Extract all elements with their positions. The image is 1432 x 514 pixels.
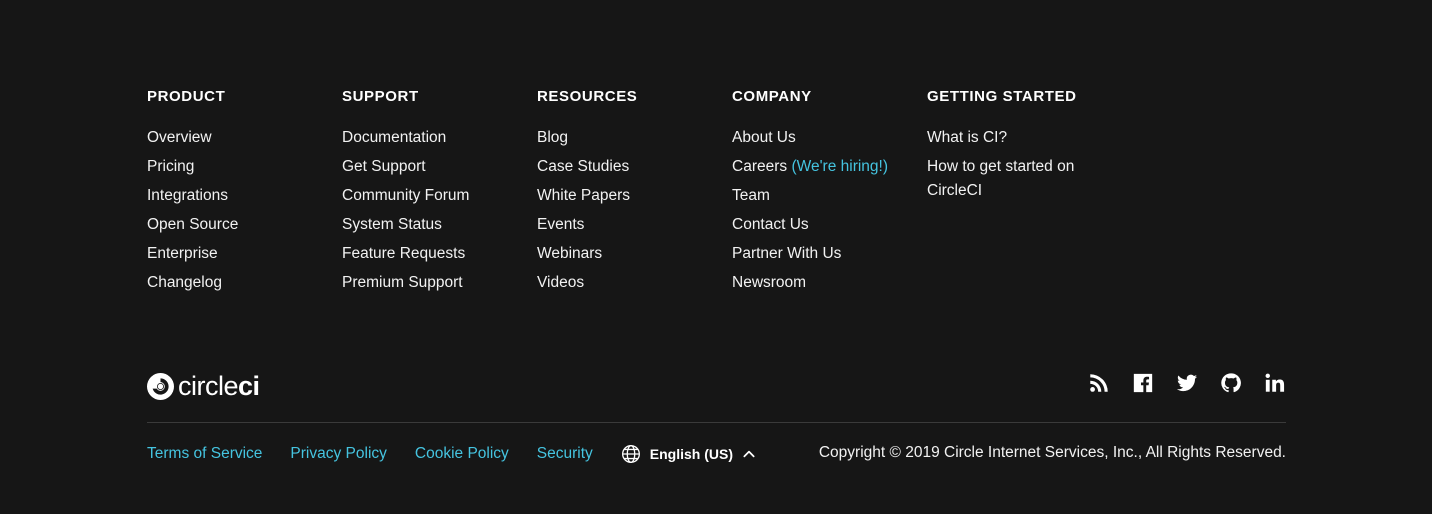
link-list: Blog Case Studies White Papers Events We… — [537, 126, 732, 300]
privacy-policy-link[interactable]: Privacy Policy — [290, 445, 386, 463]
security-link[interactable]: Security — [537, 445, 593, 463]
footer-column-product: PRODUCT Overview Pricing Integrations Op… — [147, 88, 342, 300]
link-list: About Us Careers (We're hiring!) Team Co… — [732, 126, 927, 300]
site-footer: PRODUCT Overview Pricing Integrations Op… — [0, 0, 1432, 514]
footer-column-support: SUPPORT Documentation Get Support Commun… — [342, 88, 537, 300]
language-selector[interactable]: English (US) — [621, 444, 756, 464]
terms-of-service-link[interactable]: Terms of Service — [147, 445, 262, 463]
circleci-logo-icon — [147, 372, 174, 400]
facebook-icon[interactable] — [1132, 372, 1154, 394]
footer-link-open-source[interactable]: Open Source — [147, 213, 342, 237]
footer-link-partner-with-us[interactable]: Partner With Us — [732, 242, 927, 266]
globe-icon — [621, 444, 641, 464]
linkedin-icon[interactable] — [1264, 372, 1286, 394]
footer-link-contact-us[interactable]: Contact Us — [732, 213, 927, 237]
footer-link-white-papers[interactable]: White Papers — [537, 184, 732, 208]
footer-link-integrations[interactable]: Integrations — [147, 184, 342, 208]
footer-link-feature-requests[interactable]: Feature Requests — [342, 242, 537, 266]
logo-wordmark-bold: ci — [238, 371, 260, 401]
github-icon[interactable] — [1220, 372, 1242, 394]
footer-link-community-forum[interactable]: Community Forum — [342, 184, 537, 208]
footer-link-get-support[interactable]: Get Support — [342, 155, 537, 179]
footer-link-about-us[interactable]: About Us — [732, 126, 927, 150]
footer-link-blog[interactable]: Blog — [537, 126, 732, 150]
footer-link-pricing[interactable]: Pricing — [147, 155, 342, 179]
footer-link-case-studies[interactable]: Case Studies — [537, 155, 732, 179]
column-heading: GETTING STARTED — [927, 88, 1077, 105]
footer-link-enterprise[interactable]: Enterprise — [147, 242, 342, 266]
logo-wordmark: circleci — [178, 371, 260, 401]
social-links — [1066, 372, 1286, 394]
careers-label: Careers — [732, 158, 788, 175]
footer-link-newsroom[interactable]: Newsroom — [732, 271, 927, 295]
footer-link-overview[interactable]: Overview — [147, 126, 342, 150]
link-list: Documentation Get Support Community Foru… — [342, 126, 537, 300]
language-label: English (US) — [649, 446, 734, 462]
footer-column-resources: RESOURCES Blog Case Studies White Papers… — [537, 88, 732, 300]
footer-link-changelog[interactable]: Changelog — [147, 271, 342, 295]
rss-icon[interactable] — [1088, 372, 1110, 394]
column-heading: RESOURCES — [537, 88, 638, 105]
copyright-text: Copyright © 2019 Circle Internet Service… — [818, 444, 1286, 461]
footer-link-system-status[interactable]: System Status — [342, 213, 537, 237]
footer-link-how-to-get-started[interactable]: How to get started on CircleCI — [927, 155, 1097, 203]
chevron-up-icon — [742, 447, 756, 461]
link-list: Overview Pricing Integrations Open Sourc… — [147, 126, 342, 300]
column-heading: PRODUCT — [147, 88, 226, 105]
twitter-icon[interactable] — [1176, 372, 1198, 394]
circleci-logo[interactable]: circleci — [147, 371, 260, 401]
footer-column-company: COMPANY About Us Careers (We're hiring!)… — [732, 88, 927, 300]
link-list: What is CI? How to get started on Circle… — [927, 126, 1122, 208]
hiring-badge: (We're hiring!) — [791, 158, 889, 175]
footer-divider — [147, 422, 1286, 423]
footer-link-careers[interactable]: Careers (We're hiring!) — [732, 155, 927, 179]
cookie-policy-link[interactable]: Cookie Policy — [415, 445, 509, 463]
legal-links: Terms of Service Privacy Policy Cookie P… — [147, 443, 756, 465]
footer-link-what-is-ci[interactable]: What is CI? — [927, 126, 1122, 150]
footer-link-documentation[interactable]: Documentation — [342, 126, 537, 150]
footer-link-team[interactable]: Team — [732, 184, 927, 208]
column-heading: COMPANY — [732, 88, 812, 105]
footer-columns: PRODUCT Overview Pricing Integrations Op… — [147, 88, 1122, 300]
footer-link-videos[interactable]: Videos — [537, 271, 732, 295]
footer-link-premium-support[interactable]: Premium Support — [342, 271, 537, 295]
footer-link-events[interactable]: Events — [537, 213, 732, 237]
logo-wordmark-regular: circle — [178, 371, 239, 401]
footer-column-getting-started: GETTING STARTED What is CI? How to get s… — [927, 88, 1122, 300]
footer-link-webinars[interactable]: Webinars — [537, 242, 732, 266]
column-heading: SUPPORT — [342, 88, 419, 105]
